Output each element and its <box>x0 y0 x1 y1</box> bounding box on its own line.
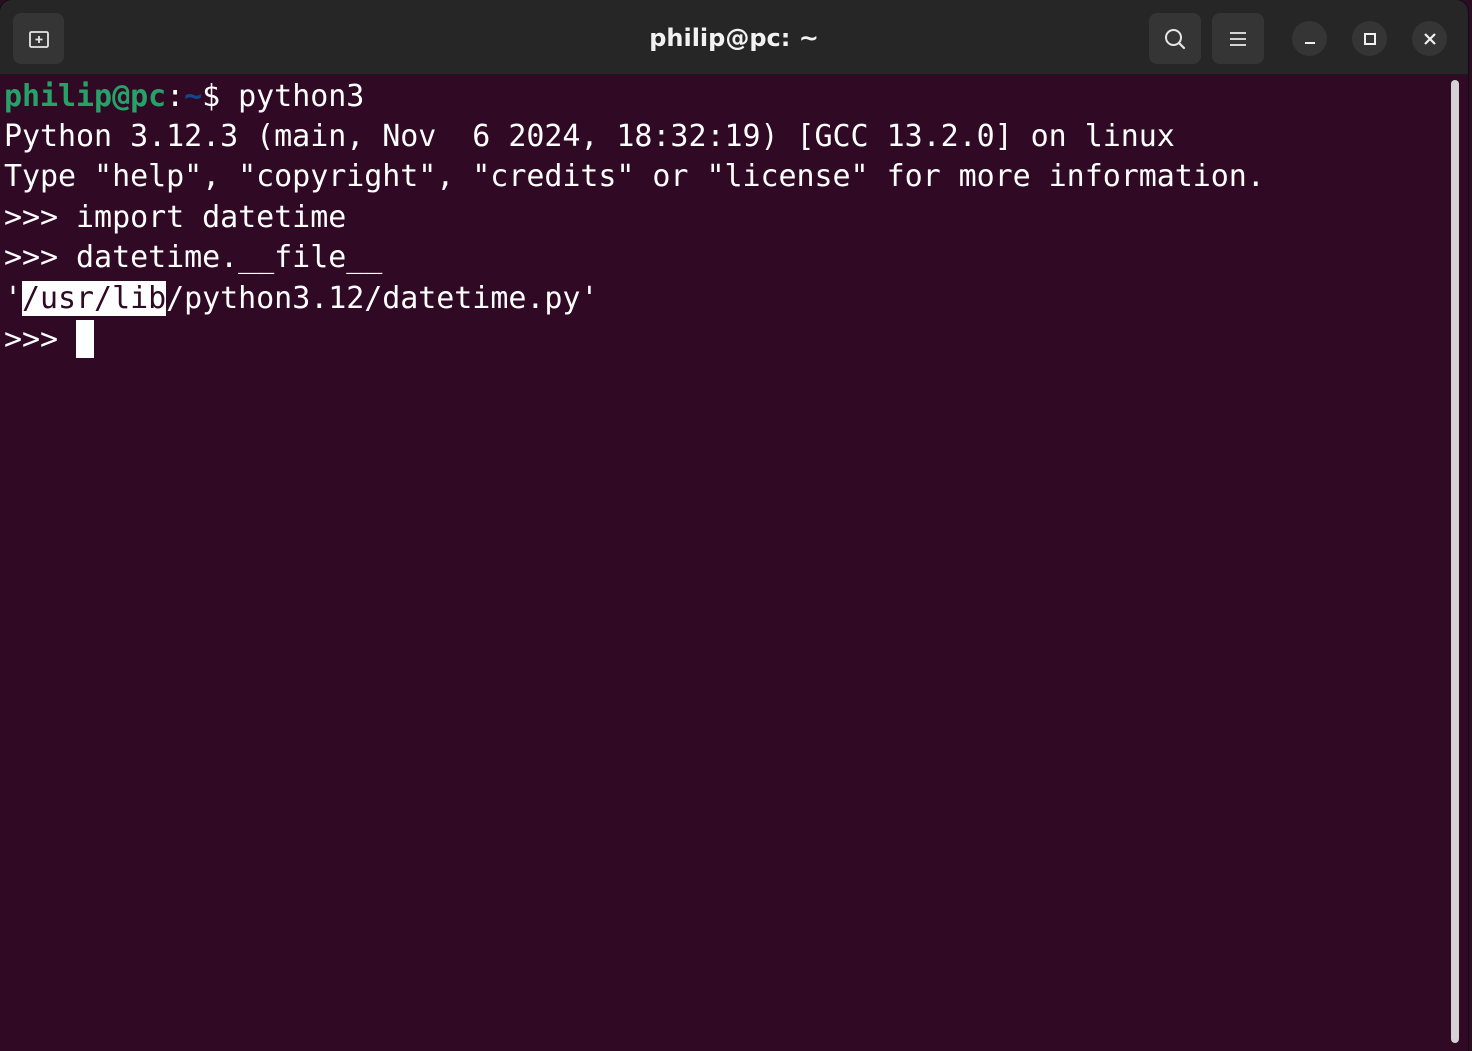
text-cursor <box>76 319 95 358</box>
prompt-command: $ python3 <box>202 79 365 114</box>
prompt-path: ~ <box>184 79 203 114</box>
terminal-line-help-hint: Type "help", "copyright", "credits" or "… <box>4 159 1265 194</box>
title-bar[interactable]: philip@pc: ~ <box>0 0 1468 75</box>
terminal-line-python-version: Python 3.12.3 (main, Nov 6 2024, 18:32:1… <box>4 119 1175 154</box>
terminal-line-file-attr: >>> datetime.__file__ <box>4 240 383 275</box>
terminal-line-repl-prompt: >>> <box>4 319 95 360</box>
terminal-window: philip@pc: ~ philip@pc:~$ python3 Python… <box>0 0 1468 1051</box>
path-quote-open: ' <box>4 281 23 316</box>
new-tab-icon <box>28 30 49 48</box>
scrollbar[interactable] <box>1451 80 1459 1043</box>
maximize-button[interactable] <box>1352 21 1387 56</box>
terminal-line-prompt: philip@pc:~$ python3 <box>4 77 364 117</box>
minimize-button[interactable] <box>1292 21 1327 56</box>
repl-prompt: >>> <box>4 322 77 357</box>
prompt-user-host: philip@pc <box>4 79 167 114</box>
search-button[interactable] <box>1149 13 1201 64</box>
terminal-line-import: >>> import datetime <box>4 200 347 235</box>
minimize-icon <box>1304 41 1315 44</box>
search-icon <box>1165 28 1186 49</box>
terminal-output[interactable]: philip@pc:~$ python3 Python 3.12.3 (main… <box>0 75 1446 1051</box>
prompt-colon: : <box>166 79 185 114</box>
terminal-line-file-path: '/usr/lib/python3.12/datetime.py' <box>4 279 598 319</box>
selected-text[interactable]: /usr/lib <box>22 281 166 316</box>
new-tab-button[interactable] <box>13 13 64 64</box>
close-button[interactable] <box>1412 21 1447 56</box>
menu-button[interactable] <box>1212 13 1264 64</box>
maximize-icon <box>1363 32 1376 45</box>
hamburger-menu-icon <box>1230 31 1246 46</box>
close-icon <box>1423 32 1436 45</box>
path-rest: /python3.12/datetime.py' <box>166 281 599 316</box>
